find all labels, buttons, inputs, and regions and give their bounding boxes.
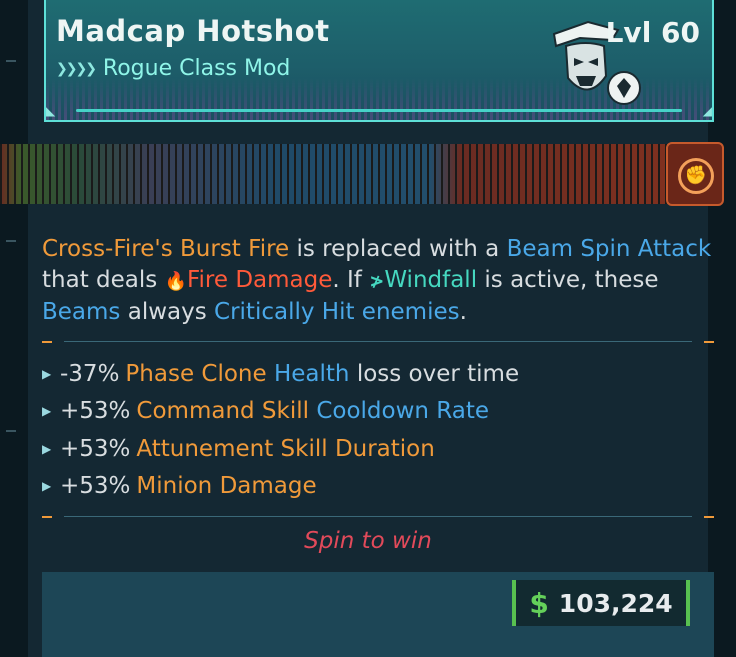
currency-icon: $ bbox=[529, 586, 549, 620]
stat-value: +53% bbox=[60, 473, 131, 500]
item-level: Lvl 60 bbox=[605, 16, 700, 49]
desc-ability: Beam Spin Attack bbox=[506, 236, 712, 262]
stat-name: Phase Clone bbox=[125, 360, 267, 387]
stat-value: +53% bbox=[60, 398, 131, 425]
footer-bar: $ 103,224 bbox=[42, 572, 714, 657]
bullet-icon: ▶ bbox=[42, 479, 52, 494]
stat-row: ▶ +53% Attunement Skill Duration bbox=[42, 430, 712, 468]
desc-text: always bbox=[120, 299, 215, 325]
desc-text: is replaced with a bbox=[289, 236, 507, 262]
item-description: Cross-Fire's Burst Fire is replaced with… bbox=[42, 234, 712, 328]
stat-name: Minion Damage bbox=[136, 473, 317, 500]
divider-bottom bbox=[42, 512, 714, 522]
corner-right-icon: ◢ bbox=[702, 104, 712, 118]
left-frame bbox=[0, 0, 30, 657]
stat-row: ▶ +53% Minion Damage bbox=[42, 468, 712, 506]
class-tab[interactable]: ✊ bbox=[666, 142, 724, 206]
desc-text: that deals bbox=[42, 267, 165, 293]
price-tag: $ 103,224 bbox=[512, 580, 690, 626]
desc-text: is active, these bbox=[477, 267, 659, 293]
item-type: Rogue Class Mod bbox=[102, 56, 291, 81]
desc-text: . bbox=[459, 299, 467, 325]
flavor-text: Spin to win bbox=[304, 528, 432, 554]
desc-damage-type: Fire Damage bbox=[186, 267, 333, 293]
bullet-icon: ▶ bbox=[42, 441, 52, 456]
stat-row: ▶ +53% Command Skill Cooldown Rate bbox=[42, 393, 712, 431]
windfall-icon: ≯ bbox=[369, 271, 385, 292]
item-name: Madcap Hotshot bbox=[56, 14, 330, 48]
stat-list: ▶ -37% Phase Clone Health loss over time… bbox=[42, 355, 712, 505]
desc-text: . If bbox=[332, 267, 370, 293]
stat-name: Attunement Skill Duration bbox=[136, 435, 435, 462]
desc-crit: Critically Hit enemies bbox=[214, 299, 460, 325]
item-card: Madcap Hotshot ❯❯❯❯ Rogue Class Mod Lvl … bbox=[0, 0, 724, 657]
class-tab-icon: ✊ bbox=[678, 158, 714, 194]
stat-row: ▶ -37% Phase Clone Health loss over time bbox=[42, 355, 712, 393]
stat-qualifier: Health bbox=[273, 360, 350, 387]
class-row: ❯❯❯❯ Rogue Class Mod bbox=[56, 56, 290, 81]
desc-windfall: Windfall bbox=[384, 267, 478, 293]
desc-beams: Beams bbox=[42, 299, 121, 325]
stat-name: Command Skill bbox=[136, 398, 310, 425]
desc-skill: Cross-Fire's Burst Fire bbox=[42, 236, 290, 262]
stat-value: -37% bbox=[60, 360, 120, 387]
item-header: Madcap Hotshot ❯❯❯❯ Rogue Class Mod Lvl … bbox=[44, 0, 714, 122]
bullet-icon: ▶ bbox=[42, 404, 52, 419]
header-underline bbox=[76, 109, 682, 112]
stat-qualifier: Cooldown Rate bbox=[316, 398, 490, 425]
price-amount: 103,224 bbox=[558, 588, 673, 618]
stat-suffix: loss over time bbox=[356, 360, 520, 387]
divider-top bbox=[42, 337, 714, 347]
bullet-icon: ▶ bbox=[42, 366, 52, 381]
fire-icon: 🔥 bbox=[164, 271, 187, 292]
corner-left-icon: ◣ bbox=[46, 104, 56, 118]
rarity-chevrons-icon: ❯❯❯❯ bbox=[56, 60, 97, 77]
gear-strip-bands bbox=[0, 144, 690, 204]
gear-strip: ✊ bbox=[0, 140, 736, 208]
stat-value: +53% bbox=[60, 435, 131, 462]
